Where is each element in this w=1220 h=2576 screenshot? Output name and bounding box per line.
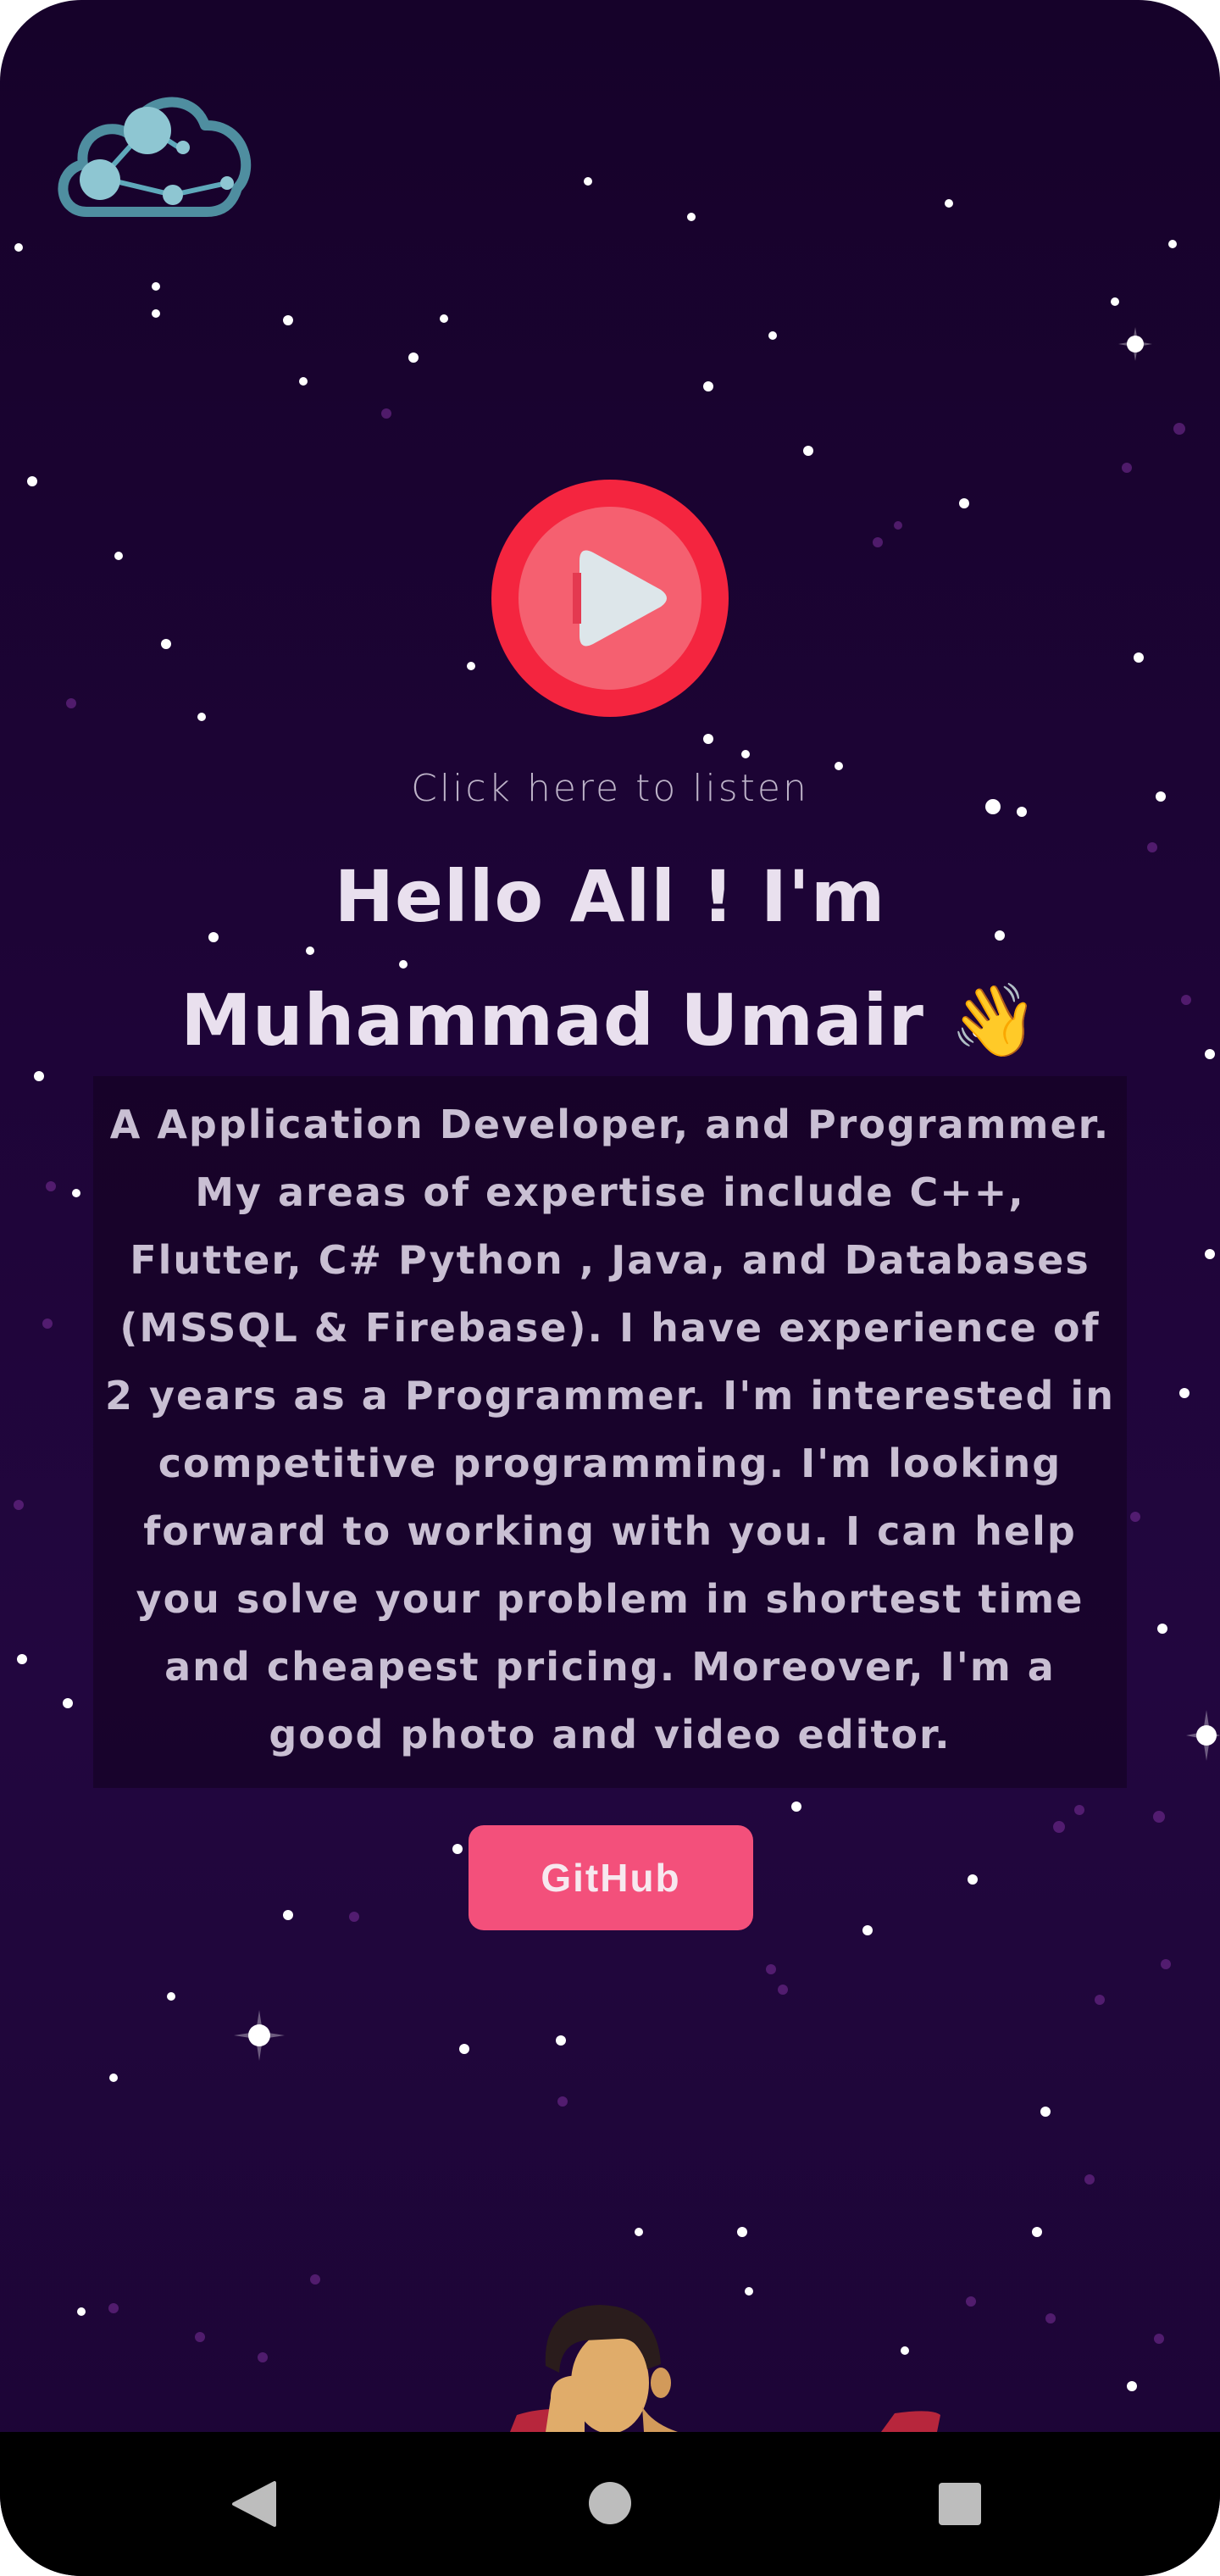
recents-square-icon <box>939 2483 981 2525</box>
cloud-network-icon[interactable] <box>53 76 256 229</box>
about-paragraph: A Application Developer, and Programmer.… <box>105 1102 1115 1757</box>
play-audio-button[interactable] <box>491 480 729 717</box>
developer-illustration <box>510 2305 940 2432</box>
app-screen: Click here to listen Hello All ! I'm Muh… <box>0 0 1220 2576</box>
nav-recents-button[interactable] <box>876 2432 1045 2576</box>
play-icon <box>573 550 667 647</box>
greeting-heading: Hello All ! I'm Muhammad Umair 👋 <box>180 855 1040 1062</box>
nav-home-button[interactable] <box>525 2432 695 2576</box>
home-circle-icon <box>589 2482 631 2524</box>
system-navigation-bar <box>0 2432 1220 2576</box>
listen-caption: Click here to listen <box>411 767 809 810</box>
github-button[interactable]: GitHub <box>469 1825 753 1930</box>
back-triangle-icon <box>232 2481 276 2527</box>
nav-back-button[interactable] <box>169 2432 339 2576</box>
